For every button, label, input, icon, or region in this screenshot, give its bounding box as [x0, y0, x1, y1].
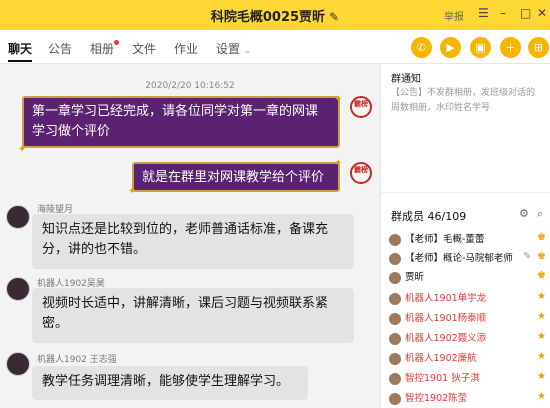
tab-chat[interactable]: 聊天 [8, 40, 33, 62]
sender-name: 机器人1902 王志强 [37, 355, 117, 365]
divider [381, 192, 550, 193]
edit-icon[interactable]: ✎ [329, 10, 339, 24]
settings-label: 设置 [216, 42, 241, 56]
member-name: 机器人1902廉航 [405, 353, 477, 364]
member-item[interactable]: 机器人1902廉航 [389, 350, 477, 368]
chat-panel[interactable]: 2020/2/20 10:16:52 第一章学习已经完成，请各位同学对第一章的网… [0, 64, 380, 408]
member-item[interactable]: 机器人1901单宇龙 [389, 290, 486, 308]
avatar [389, 372, 401, 385]
avatar [389, 252, 401, 265]
admin-icon: ♚ [537, 270, 546, 281]
share-screen-icon[interactable]: ▣ [470, 37, 491, 58]
member-name: 贾昕 [405, 272, 425, 283]
tab-announcement[interactable]: 公告 [48, 40, 72, 57]
avatar [389, 292, 401, 305]
star-icon: ★ [537, 351, 546, 362]
decoration-star-icon: ✦ [128, 186, 137, 197]
star-icon: ★ [537, 291, 546, 302]
member-name: 机器人1901单宇龙 [405, 293, 487, 304]
more-apps-icon[interactable]: ⊞ [528, 37, 549, 58]
notification-dot [114, 40, 119, 45]
decoration-star-icon: ✦ [18, 144, 27, 155]
member-item[interactable]: 贾昕 [389, 269, 424, 287]
member-item[interactable]: 【老师】概论-马院郁老师 [389, 250, 513, 268]
message-timestamp: 2020/2/20 10:16:52 [145, 81, 235, 91]
message-text: 教学任务调理清晰，能够使学生理解学习。 [42, 374, 290, 389]
star-icon: ★ [537, 311, 546, 322]
star-icon: ★ [537, 331, 546, 342]
message-text: 学习做个评价 [32, 124, 111, 139]
title-bar: 科院毛概0025贾昕 ✎ 举报 ☰ – □ ✕ [0, 0, 550, 30]
badge-seal-icon: 霸榜 [350, 96, 372, 118]
decoration-star-icon: ✦ [334, 158, 343, 169]
members-title: 群成员 46/109 [391, 210, 467, 223]
report-button[interactable]: 举报 [444, 8, 464, 23]
message-text: 密。 [42, 316, 69, 331]
message-bubble[interactable]: 知识点还是比较到位的，老师普通话标准，备课充 分，讲的也不错。 [32, 214, 354, 269]
tab-bar: 聊天 公告 相册 文件 作业 设置 ⌄ [0, 30, 550, 64]
group-name: 科院毛概0025贾昕 [210, 10, 326, 25]
member-name: 机器人1901杨泰顺 [405, 313, 487, 324]
add-app-icon[interactable]: + [500, 37, 521, 58]
chevron-down-icon: ⌄ [243, 46, 252, 56]
avatar [389, 233, 401, 246]
member-item[interactable]: 机器人1901杨泰顺 [389, 310, 486, 328]
member-name: 机器人1902聂义添 [405, 333, 487, 344]
tab-files[interactable]: 文件 [132, 40, 156, 57]
badge-seal-icon: 霸榜 [350, 162, 372, 184]
avatar [389, 312, 401, 325]
decoration-star-icon: ✦ [334, 94, 343, 105]
avatar [389, 271, 401, 284]
tab-settings[interactable]: 设置 ⌄ [216, 40, 251, 57]
member-settings-icon[interactable]: ⚙ [519, 207, 529, 220]
message-bubble[interactable]: 视频时长适中，讲解清晰，课后习题与视频联系紧 密。 [32, 288, 354, 343]
owner-icon: ♚ [537, 232, 546, 243]
minimize-icon[interactable]: – [500, 6, 506, 20]
window-title: 科院毛概0025贾昕 ✎ [0, 6, 550, 25]
search-icon[interactable]: ⌕ [537, 207, 543, 221]
member-name: 智控1901 狄子淇 [405, 373, 480, 384]
star-icon: ★ [537, 391, 546, 402]
member-item[interactable]: 智控1901 狄子淇 [389, 370, 480, 388]
notice-text[interactable]: 【公告】不发群相册，发班级对话的周数相册，水印姓名学号 [391, 86, 541, 116]
member-item[interactable]: 【老师】毛概-董蕾 [389, 231, 484, 249]
message-text: 知识点还是比较到位的，老师普通话标准，备课充 [42, 222, 329, 237]
message-bubble[interactable]: 就是在群里对网课教学给个评价 [132, 162, 340, 192]
edit-icon[interactable]: ✎ [523, 251, 531, 262]
group-sidebar: 群通知 【公告】不发群相册，发班级对话的周数相册，水印姓名学号 群成员 46/1… [380, 64, 550, 408]
avatar[interactable] [6, 352, 30, 376]
admin-icon: ♚ [537, 251, 546, 262]
avatar [389, 392, 401, 405]
member-item[interactable]: 智控1902陈莹 [389, 390, 467, 408]
star-icon: ★ [537, 371, 546, 382]
member-item[interactable]: 机器人1902聂义添 [389, 330, 486, 348]
menu-icon[interactable]: ☰ [478, 6, 489, 20]
phone-icon[interactable]: ✆ [411, 37, 432, 58]
avatar[interactable] [6, 277, 30, 301]
message-text: 第一章学习已经完成，请各位同学对第一章的网课 [32, 104, 319, 119]
message-bubble[interactable]: 第一章学习已经完成，请各位同学对第一章的网课 学习做个评价 [22, 96, 340, 148]
message-bubble[interactable]: 教学任务调理清晰，能够使学生理解学习。 [32, 366, 308, 400]
message-text: 视频时长适中，讲解清晰，课后习题与视频联系紧 [42, 296, 329, 311]
member-name: 智控1902陈莹 [405, 393, 468, 404]
avatar [389, 352, 401, 365]
avatar[interactable] [6, 205, 30, 229]
tab-homework[interactable]: 作业 [174, 40, 198, 57]
video-icon[interactable]: ▶ [440, 37, 461, 58]
maximize-icon[interactable]: □ [520, 6, 531, 20]
avatar [389, 332, 401, 345]
message-text: 分，讲的也不错。 [42, 242, 147, 257]
message-text: 就是在群里对网课教学给个评价 [142, 170, 325, 185]
notice-title[interactable]: 群通知 [391, 70, 421, 85]
close-icon[interactable]: ✕ [537, 6, 547, 20]
member-name: 【老师】概论-马院郁老师 [405, 253, 513, 264]
tab-album[interactable]: 相册 [90, 40, 114, 57]
member-name: 【老师】毛概-董蕾 [405, 234, 485, 245]
